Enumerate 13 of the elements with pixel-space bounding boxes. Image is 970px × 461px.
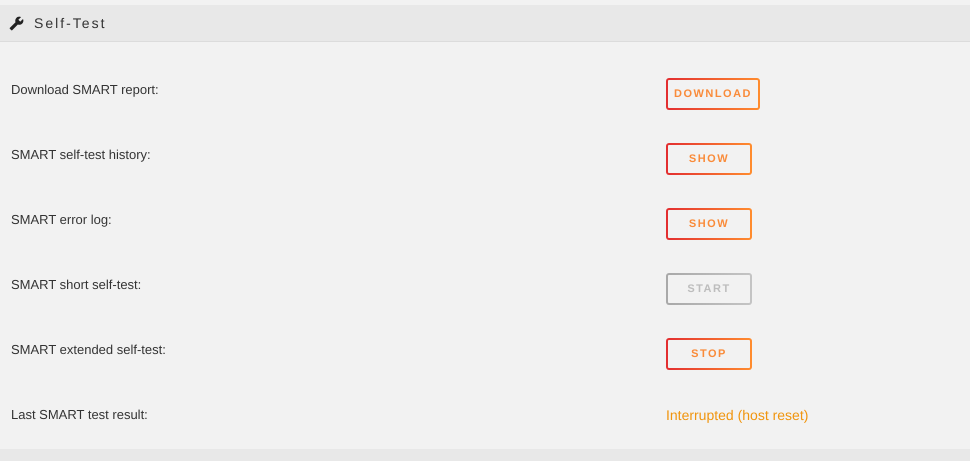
wrench-icon [9, 16, 24, 30]
setting-label: SMART error log: [10, 211, 113, 229]
setting-label: SMART short self-test: [10, 276, 142, 294]
setting-label: Download SMART report: [10, 81, 160, 99]
action-button[interactable]: SHOW [666, 208, 752, 240]
action-button[interactable]: SHOW [666, 143, 752, 175]
panel-title: Self-Test [34, 14, 106, 32]
setting-label: Last SMART test result: [10, 406, 149, 424]
setting-label: SMART self-test history: [10, 146, 152, 164]
result-text: Interrupted (host reset) [666, 406, 808, 425]
action-button[interactable]: DOWNLOAD [666, 78, 760, 110]
action-button[interactable]: STOP [666, 338, 752, 370]
setting-label: SMART extended self-test: [10, 341, 167, 359]
